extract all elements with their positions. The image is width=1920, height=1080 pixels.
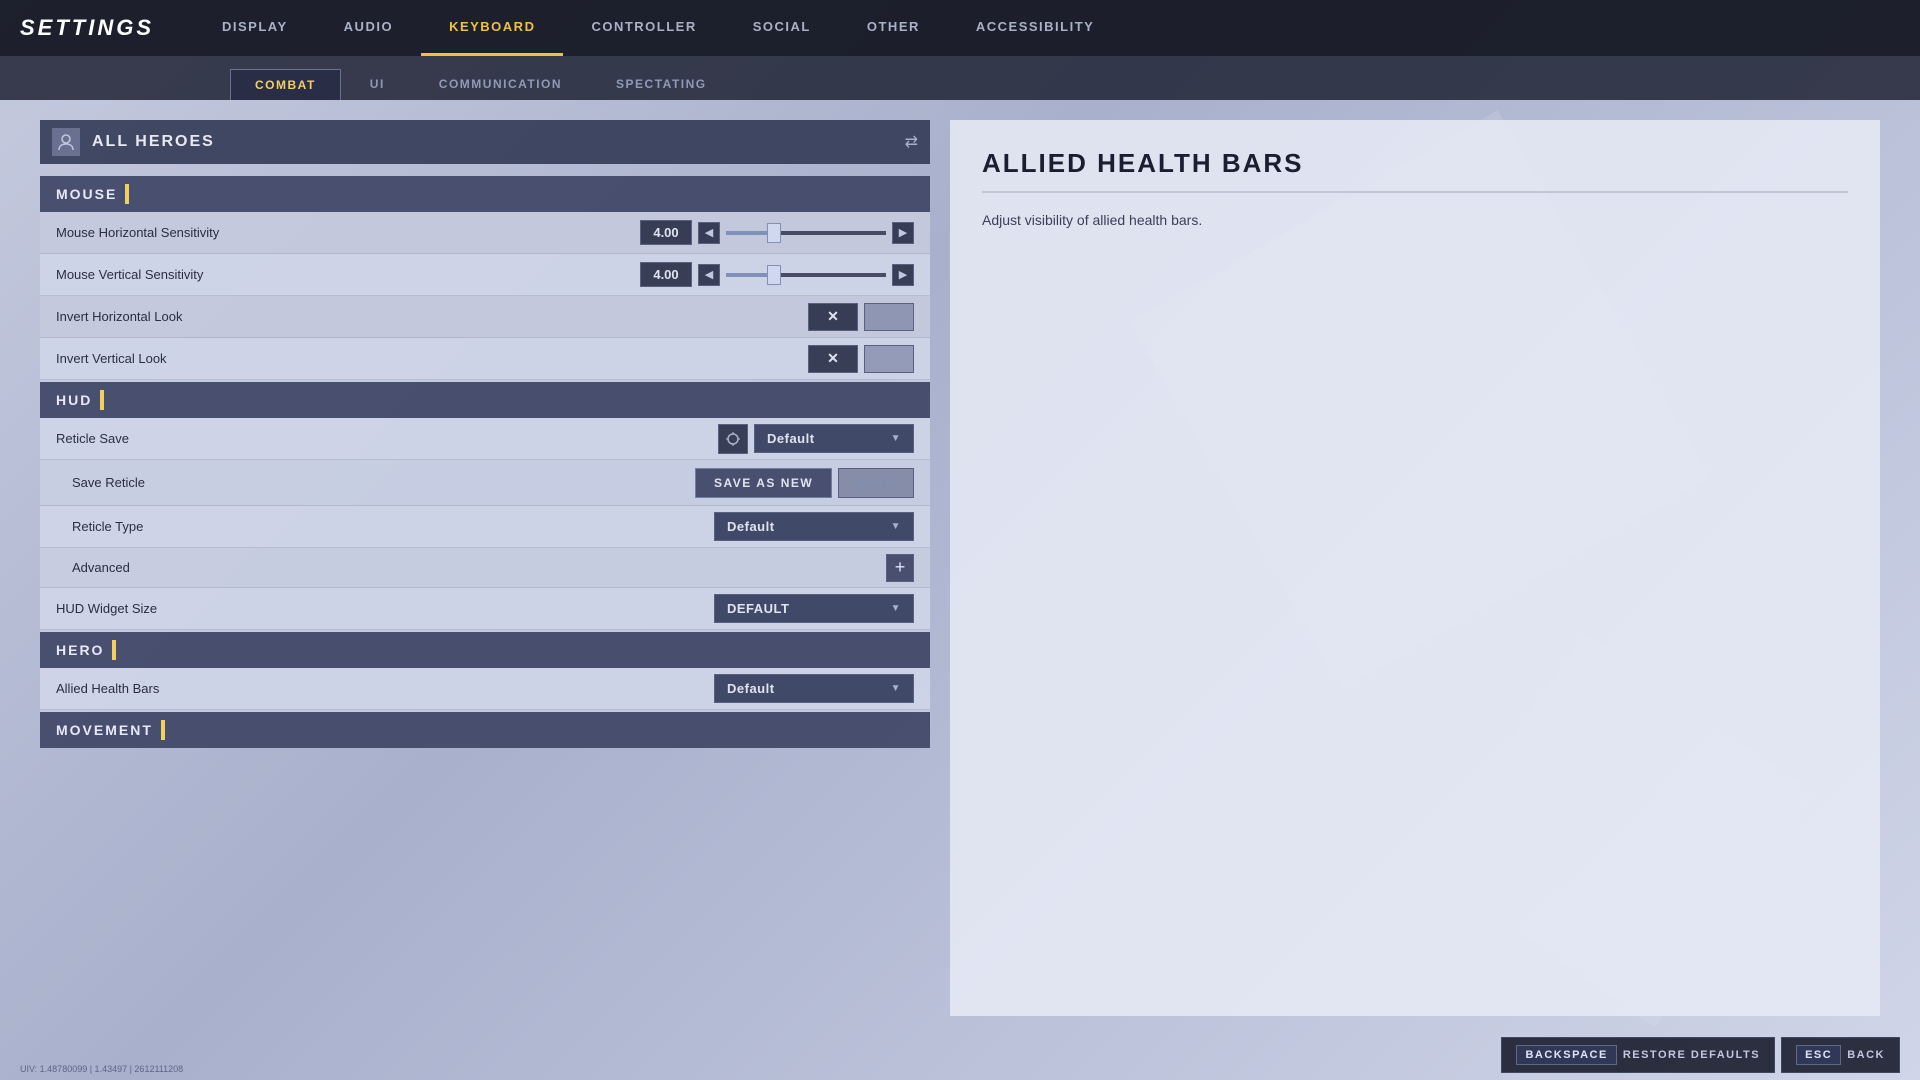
back-label: BACK <box>1847 1049 1885 1061</box>
nav-tab-display[interactable]: DISPLAY <box>194 0 316 56</box>
mouse-title: MOUSE <box>56 186 117 202</box>
hero-title-bar <box>112 640 116 660</box>
allied-health-row: Allied Health Bars Default ▼ <box>40 668 930 710</box>
invert-h-on[interactable] <box>864 303 914 331</box>
mouse-h-slider-control: 4.00 ◀ ▶ <box>640 220 914 245</box>
bottom-bar: BACKSPACE RESTORE DEFAULTS ESC BACK <box>0 1030 1920 1080</box>
invert-h-row: Invert Horizontal Look ✕ <box>40 296 930 338</box>
hud-widget-arrow: ▼ <box>891 603 901 614</box>
esc-key-label: ESC <box>1796 1045 1841 1065</box>
hero-section-header: HERO <box>40 632 930 668</box>
reticle-save-control: Default ▼ <box>718 424 914 454</box>
mouse-h-decrease[interactable]: ◀ <box>698 222 720 244</box>
back-button[interactable]: ESC BACK <box>1781 1037 1900 1073</box>
hero-icon <box>52 128 80 156</box>
restore-defaults-button[interactable]: BACKSPACE RESTORE DEFAULTS <box>1501 1037 1775 1073</box>
nav-tab-controller[interactable]: CONTROLLER <box>563 0 724 56</box>
hud-widget-row: HUD Widget Size DEFAULT ▼ <box>40 588 930 630</box>
movement-title: MOVEMENT <box>56 722 153 738</box>
left-panel: ALL HEROES ⇄ MOUSE Mouse Horizontal Sens… <box>40 120 930 1016</box>
invert-v-row: Invert Vertical Look ✕ <box>40 338 930 380</box>
hud-title-bar <box>100 390 104 410</box>
reticle-type-dropdown[interactable]: Default ▼ <box>714 512 914 541</box>
reticle-type-row: Reticle Type Default ▼ <box>40 506 930 548</box>
invert-h-toggle: ✕ <box>808 303 914 331</box>
reticle-type-value: Default <box>727 519 775 534</box>
hud-widget-dropdown[interactable]: DEFAULT ▼ <box>714 594 914 623</box>
hero-switch-icon: ⇄ <box>905 132 918 152</box>
mouse-v-increase[interactable]: ▶ <box>892 264 914 286</box>
reticle-icon-btn[interactable] <box>718 424 748 454</box>
hud-widget-value: DEFAULT <box>727 601 789 616</box>
advanced-row: Advanced + <box>40 548 930 588</box>
reticle-save-row: Reticle Save Default ▼ <box>40 418 930 460</box>
mouse-v-sensitivity-label: Mouse Vertical Sensitivity <box>56 267 640 282</box>
mouse-v-sensitivity-row: Mouse Vertical Sensitivity 4.00 ◀ ▶ <box>40 254 930 296</box>
reticle-type-arrow: ▼ <box>891 521 901 532</box>
hud-widget-label: HUD Widget Size <box>56 601 714 616</box>
hud-section-header: HUD <box>40 382 930 418</box>
sub-tab-spectating[interactable]: SPECTATING <box>591 68 732 100</box>
mouse-h-sensitivity-label: Mouse Horizontal Sensitivity <box>56 225 640 240</box>
sub-tab-ui[interactable]: UI <box>345 68 410 100</box>
reticle-save-dropdown[interactable]: Default ▼ <box>754 424 914 453</box>
mouse-v-value: 4.00 <box>640 262 692 287</box>
detail-description: Adjust visibility of allied health bars. <box>982 209 1848 231</box>
allied-health-arrow: ▼ <box>891 683 901 694</box>
version-text: UIV: 1.48780099 | 1.43497 | 2612111208 <box>20 1064 183 1074</box>
invert-v-off[interactable]: ✕ <box>808 345 858 373</box>
mouse-v-decrease[interactable]: ◀ <box>698 264 720 286</box>
invert-v-toggle: ✕ <box>808 345 914 373</box>
save-reticle-label: Save Reticle <box>72 475 695 490</box>
right-panel: ALLIED HEALTH BARS Adjust visibility of … <box>950 120 1880 1016</box>
invert-v-label: Invert Vertical Look <box>56 351 808 366</box>
nav-tab-social[interactable]: SOCIAL <box>725 0 839 56</box>
mouse-h-slider-track[interactable] <box>726 231 886 235</box>
reticle-save-label: Reticle Save <box>56 431 718 446</box>
movement-section-header: MOVEMENT <box>40 712 930 748</box>
allied-health-dropdown[interactable]: Default ▼ <box>714 674 914 703</box>
invert-h-off[interactable]: ✕ <box>808 303 858 331</box>
hero-name: ALL HEROES <box>92 133 905 151</box>
hud-title: HUD <box>56 392 92 408</box>
reticle-save-value: Default <box>767 431 815 446</box>
nav-tab-keyboard[interactable]: KEYBOARD <box>421 0 563 56</box>
hero-title: HERO <box>56 642 104 658</box>
sub-tab-combat[interactable]: COMBAT <box>230 69 341 100</box>
advanced-expand-button[interactable]: + <box>886 554 914 582</box>
mouse-h-increase[interactable]: ▶ <box>892 222 914 244</box>
allied-health-label: Allied Health Bars <box>56 681 714 696</box>
reticle-type-label: Reticle Type <box>72 519 714 534</box>
restore-defaults-label: RESTORE DEFAULTS <box>1623 1049 1760 1061</box>
save-button[interactable]: SAVE <box>838 468 914 498</box>
main-nav: DISPLAY AUDIO KEYBOARD CONTROLLER SOCIAL… <box>194 0 1122 56</box>
save-reticle-row: Save Reticle SAVE AS NEW SAVE <box>40 460 930 506</box>
nav-tab-other[interactable]: OTHER <box>839 0 948 56</box>
settings-container: MOUSE Mouse Horizontal Sensitivity 4.00 … <box>40 176 930 748</box>
mouse-v-slider-control: 4.00 ◀ ▶ <box>640 262 914 287</box>
nav-tab-accessibility[interactable]: ACCESSIBILITY <box>948 0 1122 56</box>
backspace-key-label: BACKSPACE <box>1516 1045 1616 1065</box>
hero-selector[interactable]: ALL HEROES ⇄ <box>40 120 930 164</box>
mouse-section-header: MOUSE <box>40 176 930 212</box>
allied-health-value: Default <box>727 681 775 696</box>
invert-h-label: Invert Horizontal Look <box>56 309 808 324</box>
mouse-h-sensitivity-row: Mouse Horizontal Sensitivity 4.00 ◀ ▶ <box>40 212 930 254</box>
advanced-label: Advanced <box>72 560 886 575</box>
reticle-save-arrow: ▼ <box>891 433 901 444</box>
save-as-new-button[interactable]: SAVE AS NEW <box>695 468 832 498</box>
movement-title-bar <box>161 720 165 740</box>
detail-title: ALLIED HEALTH BARS <box>982 148 1848 193</box>
invert-v-on[interactable] <box>864 345 914 373</box>
mouse-title-bar <box>125 184 129 204</box>
app-title: SETTINGS <box>20 15 154 41</box>
mouse-h-value: 4.00 <box>640 220 692 245</box>
nav-tab-audio[interactable]: AUDIO <box>316 0 421 56</box>
mouse-v-slider-track[interactable] <box>726 273 886 277</box>
sub-tab-communication[interactable]: COMMUNICATION <box>414 68 587 100</box>
sub-nav: COMBAT UI COMMUNICATION SPECTATING <box>0 56 1920 100</box>
